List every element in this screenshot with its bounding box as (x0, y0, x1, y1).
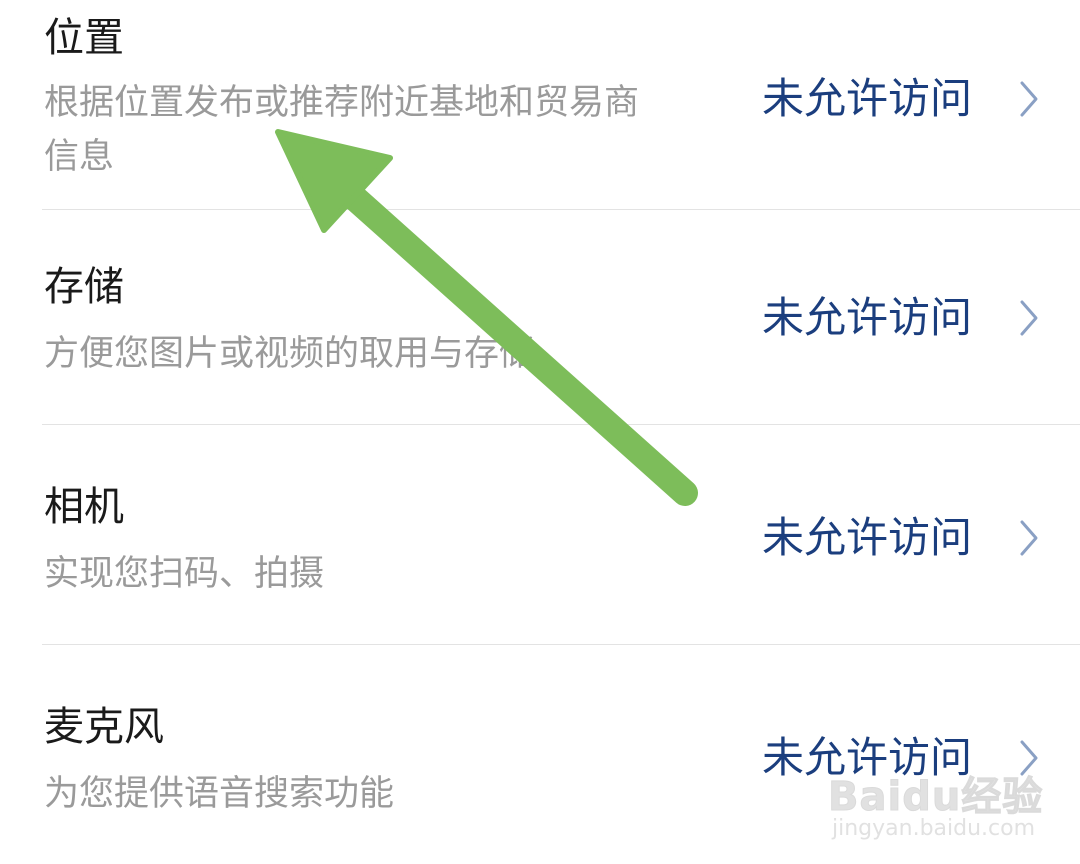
chevron-right-icon (1020, 81, 1038, 117)
row-divider (42, 424, 1080, 425)
watermark-site: jingyan.baidu.com (832, 816, 1036, 841)
permission-desc-line: 信息 (44, 137, 115, 177)
permission-status: 未允许访问 (762, 293, 973, 342)
watermark-brand: Baidu经验 (827, 774, 1044, 821)
permission-desc: 根据位置发布或推荐附近基地和贸易商 信息 (44, 76, 734, 184)
permissions-page: 位置 根据位置发布或推荐附近基地和贸易商 信息 未允许访问 存储 方便您图片或视… (0, 0, 1080, 864)
permission-status: 未允许访问 (762, 513, 973, 562)
permission-desc-line: 为您提供语音搜索功能 (44, 774, 395, 814)
permission-desc-line: 方便您图片或视频的取用与存储 (44, 334, 535, 374)
permission-title: 存储 (44, 264, 124, 310)
permission-row-storage[interactable]: 存储 方便您图片或视频的取用与存储 未允许访问 (0, 207, 1080, 425)
baidu-watermark-logo: Baidu经验 jingyan.baidu.com (827, 764, 1068, 860)
permission-desc-line: 实现您扫码、拍摄 (44, 554, 325, 594)
permission-desc: 为您提供语音搜索功能 (44, 767, 734, 821)
permission-title: 相机 (44, 484, 124, 530)
permission-desc: 实现您扫码、拍摄 (44, 547, 734, 601)
permission-title: 麦克风 (44, 704, 164, 750)
permission-desc: 方便您图片或视频的取用与存储 (44, 327, 734, 381)
permission-status: 未允许访问 (762, 74, 973, 123)
chevron-right-icon (1020, 520, 1038, 556)
permission-row-location[interactable]: 位置 根据位置发布或推荐附近基地和贸易商 信息 未允许访问 (0, 0, 1080, 210)
row-divider (42, 644, 1080, 645)
permission-title: 位置 (44, 15, 124, 61)
chevron-right-icon (1020, 300, 1038, 336)
permission-desc-line: 根据位置发布或推荐附近基地和贸易商 (44, 83, 640, 123)
permission-row-camera[interactable]: 相机 实现您扫码、拍摄 未允许访问 (0, 427, 1080, 645)
